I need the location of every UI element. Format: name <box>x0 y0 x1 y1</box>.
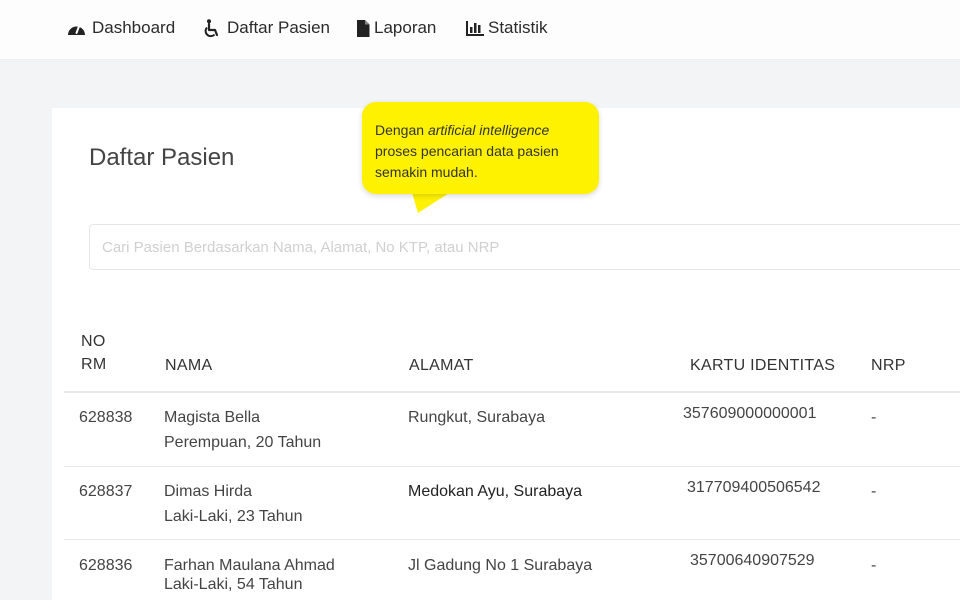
page-title: Daftar Pasien <box>89 144 235 171</box>
nav-dashboard-label: Dashboard <box>92 18 176 37</box>
wheelchair-icon <box>204 18 219 37</box>
nav-dashboard[interactable]: Dashboard <box>67 17 175 39</box>
tooltip-line3: semakin mudah. <box>375 164 478 180</box>
document-icon <box>357 19 370 37</box>
top-navbar: Dashboard Daftar Pasien Laporan Statisti… <box>0 0 960 60</box>
cell-kartu-identitas: 357609000000001 <box>683 405 817 422</box>
nav-daftar-pasien-label: Daftar Pasien <box>227 18 330 37</box>
nav-statistik-label: Statistik <box>488 18 548 37</box>
nav-daftar-pasien[interactable]: Daftar Pasien <box>204 17 330 39</box>
ai-tooltip: Dengan artificial intelligence proses pe… <box>362 102 599 194</box>
column-header-alamat: ALAMAT <box>409 357 474 374</box>
search-input[interactable] <box>89 224 960 270</box>
cell-alamat: Jl Gadung No 1 Surabaya <box>408 557 593 574</box>
cell-no-rm: 628836 <box>79 557 133 574</box>
column-header-no-rm-line1: NO <box>81 333 106 350</box>
nav-laporan-label: Laporan <box>374 18 437 37</box>
bar-chart-icon <box>466 20 484 36</box>
row-divider <box>64 539 960 540</box>
cell-patient-info: Perempuan, 20 Tahun <box>164 434 322 451</box>
dashboard-gauge-icon <box>68 23 85 35</box>
column-header-no-rm-line2: RM <box>81 356 107 373</box>
table-header-divider <box>64 391 960 393</box>
cell-no-rm: 628838 <box>79 409 133 426</box>
cell-nrp: - <box>871 483 877 500</box>
row-divider <box>64 466 960 467</box>
cell-no-rm: 628837 <box>79 483 133 500</box>
column-header-kartu-identitas: KARTU IDENTITAS <box>690 357 836 374</box>
cell-nama: Dimas Hirda <box>164 483 253 500</box>
tooltip-prefix: Dengan <box>375 122 428 138</box>
cell-patient-info: Laki-Laki, 54 Tahun <box>164 576 303 593</box>
nav-statistik[interactable]: Statistik <box>466 17 548 39</box>
cell-nrp: - <box>871 557 877 574</box>
nav-laporan[interactable]: Laporan <box>356 17 436 39</box>
tooltip-emphasis: artificial intelligence <box>427 122 550 138</box>
cell-alamat: Rungkut, Surabaya <box>408 409 545 426</box>
cell-kartu-identitas: 317709400506542 <box>687 479 821 496</box>
column-header-nrp: NRP <box>871 357 906 374</box>
cell-kartu-identitas: 35700640907529 <box>690 552 815 569</box>
tooltip-line2: proses pencarian data pasien <box>375 143 559 159</box>
column-header-nama: NAMA <box>165 357 213 374</box>
tooltip-line1: Dengan artificial intelligence <box>375 120 586 141</box>
cell-nama: Magista Bella <box>164 409 261 426</box>
cell-nrp: - <box>871 409 877 426</box>
cell-alamat: Medokan Ayu, Surabaya <box>408 483 583 500</box>
cell-patient-info: Laki-Laki, 23 Tahun <box>164 508 303 525</box>
